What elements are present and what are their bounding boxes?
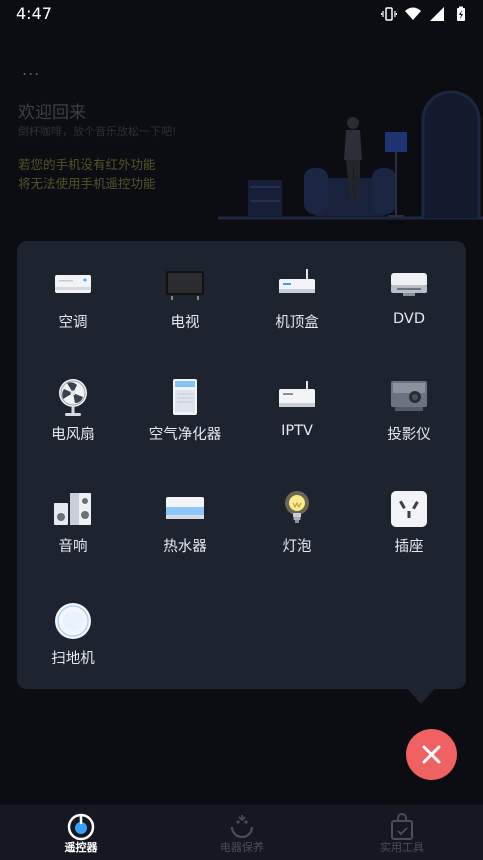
bottom-nav: 遥控器 电器保养 实用工具: [0, 805, 483, 860]
projector-icon: [391, 381, 427, 411]
device-item-fan[interactable]: 电风扇: [17, 353, 129, 453]
device-item-air-conditioner[interactable]: 空调: [17, 241, 129, 341]
device-item-air-purifier[interactable]: 空气净化器: [129, 353, 241, 453]
nav-tab-remote[interactable]: 遥控器: [21, 805, 141, 860]
device-label: 扫地机: [51, 651, 95, 667]
living-room-illustration: [218, 90, 483, 220]
ir-warning-line1: 若您的手机没有红外功能: [18, 157, 156, 172]
device-label: 电视: [170, 315, 200, 331]
device-label: 投影仪: [387, 427, 431, 443]
device-label: DVD: [393, 311, 425, 327]
device-label: 电风扇: [51, 427, 95, 443]
device-item-projector[interactable]: 投影仪: [353, 353, 465, 453]
welcome-title: 欢迎回来: [18, 103, 86, 123]
device-label: 音响: [58, 539, 88, 555]
wifi-icon: [405, 7, 421, 20]
nav-label-remote: 遥控器: [64, 841, 98, 854]
device-item-tv[interactable]: 电视: [129, 241, 241, 341]
dvd-player-icon: [391, 273, 427, 296]
nav-tab-maintenance[interactable]: 电器保养: [182, 805, 302, 860]
nav-label-maintenance: 电器保养: [220, 841, 264, 854]
set-top-box-icon: [279, 269, 315, 293]
device-label: 空气净化器: [148, 427, 222, 443]
device-item-water-heater[interactable]: 热水器: [129, 465, 241, 565]
device-label: 热水器: [163, 539, 207, 555]
iptv-box-icon: [279, 381, 315, 407]
light-bulb-icon: [285, 491, 309, 523]
water-heater-icon: [166, 497, 204, 519]
power-socket-icon: [391, 491, 427, 527]
vibrate-icon: [381, 7, 397, 21]
air-purifier-icon: [173, 379, 197, 415]
status-icons: [381, 6, 469, 22]
signal-icon: [430, 7, 444, 21]
device-label: 插座: [394, 539, 424, 555]
robot-vacuum-icon: [55, 603, 91, 639]
device-item-socket[interactable]: 插座: [353, 465, 465, 565]
panel-pointer: [405, 686, 437, 704]
tools-bag-icon: [391, 813, 413, 840]
device-item-dvd[interactable]: DVD: [353, 241, 465, 341]
device-item-iptv[interactable]: IPTV: [241, 353, 353, 453]
device-label: IPTV: [281, 423, 313, 439]
device-item-light-bulb[interactable]: 灯泡: [241, 465, 353, 565]
status-bar: 4:47: [0, 0, 483, 28]
device-grid: 空调 电视 机顶盒 DVD 电风扇 空气净化器 IPTV 投影仪 音响 热水器 …: [17, 241, 466, 689]
device-label: 空调: [58, 315, 88, 331]
status-time: 4:47: [16, 4, 52, 23]
welcome-subtitle: 倒杯咖啡，放个音乐放松一下吧!: [18, 125, 177, 138]
device-item-speaker[interactable]: 音响: [17, 465, 129, 565]
remote-icon: [67, 813, 95, 841]
tv-icon: [166, 271, 204, 300]
device-item-set-top-box[interactable]: 机顶盒: [241, 241, 353, 341]
speaker-icon: [54, 493, 91, 525]
nav-label-tools: 实用工具: [380, 841, 424, 854]
ir-warning-line2: 将无法使用手机遥控功能: [18, 176, 156, 191]
nav-tab-tools[interactable]: 实用工具: [342, 805, 462, 860]
device-label: 机顶盒: [275, 315, 319, 331]
more-menu-button[interactable]: ...: [22, 60, 40, 79]
fan-icon: [59, 379, 87, 416]
maintenance-icon: [230, 815, 254, 839]
device-type-panel: 空调 电视 机顶盒 DVD 电风扇 空气净化器 IPTV 投影仪 音响 热水器 …: [17, 241, 466, 689]
battery-icon: [457, 6, 465, 21]
close-icon: [422, 745, 441, 764]
close-menu-button[interactable]: [406, 729, 457, 780]
device-item-robot-vacuum[interactable]: 扫地机: [17, 577, 129, 677]
device-label: 灯泡: [282, 539, 312, 555]
air-conditioner-icon: [55, 275, 91, 293]
